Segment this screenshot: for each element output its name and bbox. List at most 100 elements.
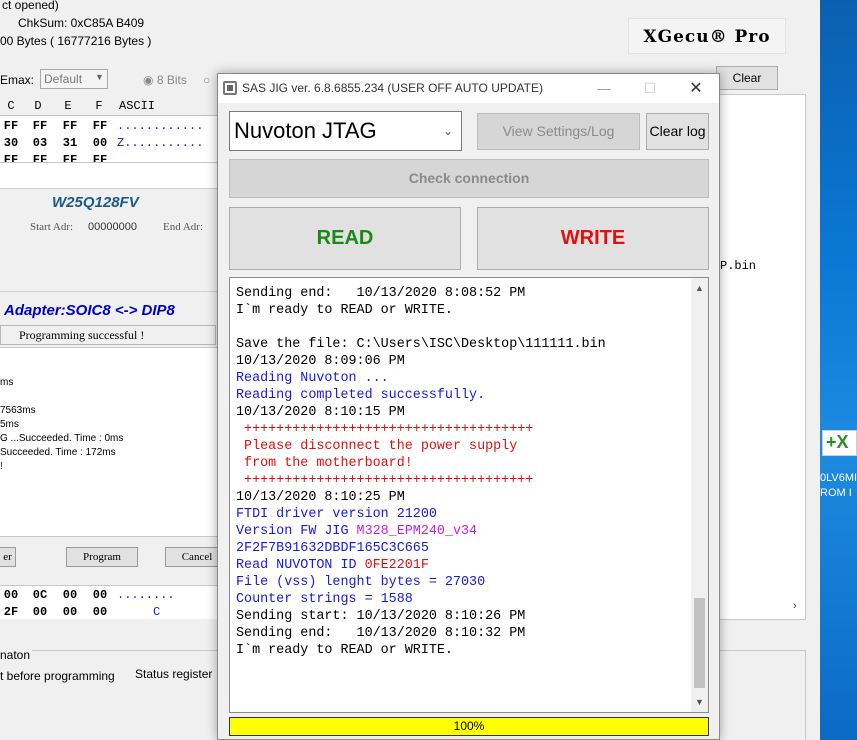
bg-hex-grid: FF FF FF FF ............ 30 03 31 00 Z..… — [0, 116, 230, 162]
bg-clear-button[interactable]: Clear — [716, 66, 778, 90]
log-segment: Reading completed successfully. — [236, 388, 486, 403]
hex-cell: 00 — [62, 605, 78, 618]
bg-status-box: Programming successful ! — [0, 325, 216, 345]
title-bar[interactable]: SAS JIG ver. 6.8.6855.234 (USER OFF AUTO… — [218, 74, 719, 103]
desktop-wallpaper — [820, 0, 857, 740]
log-segment: ++++++++++++++++++++++++++++++++++++ — [236, 473, 534, 488]
log-line: FTDI driver version 21200 — [236, 506, 686, 523]
hex-cell: FF — [92, 119, 108, 133]
scroll-right-icon[interactable]: › — [793, 600, 797, 612]
maximize-button[interactable]: ☐ — [627, 74, 673, 103]
bg-operation-log: ms 7563ms 5ms G ...Succeeded. Time : 0ms… — [0, 347, 218, 537]
hex-ascii: Z........... — [117, 136, 204, 150]
progress-bar: 100% — [229, 717, 709, 736]
bg-program-button[interactable]: Program — [66, 547, 138, 567]
app-icon — [223, 81, 237, 95]
hex-cell: 00 — [92, 588, 108, 602]
hex-cell: FF — [62, 153, 78, 162]
bg-hex-grid-2: 00 0C 00 00 ........ 2F 00 00 00 C — [0, 585, 230, 619]
bg-emax-select[interactable]: Default ▼ — [40, 69, 108, 89]
hex-ascii: C — [153, 605, 161, 618]
desktop-label-2[interactable]: ROM I — [820, 487, 852, 499]
hex-cell: FF — [62, 119, 78, 133]
sas-jig-dialog: SAS JIG ver. 6.8.6855.234 (USER OFF AUTO… — [217, 73, 720, 740]
log-segment: Read NUVOTON ID — [236, 558, 365, 573]
log-segment: 10/13/2020 8:10:25 PM — [236, 490, 405, 505]
bg-log-line: G ...Succeeded. Time : 0ms — [0, 433, 124, 444]
bg-radio-8bits[interactable]: ◉ 8 Bits — [143, 73, 187, 87]
log-line: ++++++++++++++++++++++++++++++++++++ — [236, 472, 686, 489]
bg-bytes: 00 Bytes ( 16777216 Bytes ) — [0, 34, 152, 48]
log-segment: Sending end: 10/13/2020 8:10:32 PM — [236, 626, 526, 641]
minimize-button[interactable]: — — [581, 74, 627, 103]
log-textbox[interactable]: Sending end: 10/13/2020 8:08:52 PM I`m re… — [229, 277, 709, 713]
log-line: ++++++++++++++++++++++++++++++++++++ — [236, 421, 686, 438]
hex-cell: 30 — [3, 136, 19, 150]
device-select[interactable]: Nuvoton JTAG ⌄ — [229, 111, 462, 151]
hex-cell: 03 — [32, 136, 48, 150]
log-line: Read NUVOTON ID 0FE2201F — [236, 557, 686, 574]
desktop-label-1[interactable]: 0LV6MI — [820, 472, 857, 484]
xgecu-logo: XGecu® Pro — [628, 18, 786, 54]
log-line: File (vss) lenght bytes = 27030 — [236, 574, 686, 591]
log-segment: 10/13/2020 8:09:06 PM — [236, 354, 405, 369]
log-line: Sending start: 10/13/2020 8:10:26 PM — [236, 608, 686, 625]
log-line: Version FW JIG M328_EPM240_v34 — [236, 523, 686, 540]
hex-cell: FF — [32, 119, 48, 133]
hex-cell: 00 — [92, 136, 108, 150]
log-line: Save the file: C:\Users\ISC\Desktop\1111… — [236, 336, 686, 353]
log-line: Reading completed successfully. — [236, 387, 686, 404]
bg-log-line: ! — [0, 461, 3, 472]
log-line: 10/13/2020 8:09:06 PM — [236, 353, 686, 370]
log-segment: Version FW JIG — [236, 524, 357, 539]
bg-partial-button[interactable]: er — [0, 547, 16, 567]
bg-checksum: ChkSum: 0xC85A B409 — [18, 16, 145, 30]
hex-cell: 0C — [32, 588, 48, 602]
clear-log-button[interactable]: Clear log — [646, 113, 709, 150]
close-button[interactable]: ✕ — [673, 74, 719, 103]
hex-cell: FF — [92, 153, 108, 162]
log-scrollbar[interactable]: ▲ ▼ — [691, 278, 708, 712]
log-segment: 10/13/2020 8:10:15 PM — [236, 405, 405, 420]
scroll-down-icon[interactable]: ▼ — [691, 694, 708, 710]
log-segment: I`m ready to READ or WRITE. — [236, 303, 453, 318]
scrollbar-thumb[interactable] — [694, 598, 705, 688]
log-line: Counter strings = 1588 — [236, 591, 686, 608]
log-segment: 0FE2201F — [364, 558, 429, 573]
hex-header-d: D — [34, 99, 42, 113]
chevron-down-icon: ⌄ — [442, 124, 453, 138]
bg-end-adr-label: End Adr: — [163, 221, 204, 233]
window-title: SAS JIG ver. 6.8.6855.234 (USER OFF AUTO… — [242, 81, 543, 95]
bg-bin-fragment: P.bin — [720, 259, 757, 273]
shortcut-x-icon: +X — [826, 432, 849, 452]
scroll-up-icon[interactable]: ▲ — [691, 280, 708, 296]
hex-cell: 00 — [62, 588, 78, 602]
log-line: Reading Nuvoton ... — [236, 370, 686, 387]
bg-radio-other[interactable]: ○ — [203, 73, 210, 87]
hex-ascii: ........ — [117, 588, 175, 602]
log-line: Sending end: 10/13/2020 8:08:52 PM — [236, 285, 686, 302]
log-segment: Please disconnect the power supply — [236, 439, 518, 454]
hex-cell: 00 — [32, 605, 48, 618]
bg-chip-name: W25Q128FV — [52, 194, 139, 211]
log-segment: ++++++++++++++++++++++++++++++++++++ — [236, 422, 534, 437]
log-segment: Save the file: C:\Users\ISC\Desktop\1111… — [236, 337, 606, 352]
bg-chip-panel: W25Q128FV Start Adr: 00000000 End Adr: — [0, 188, 230, 292]
log-segment: Sending end: 10/13/2020 8:08:52 PM — [236, 286, 526, 301]
bg-log-line: 5ms — [0, 419, 19, 430]
bg-bottom-text-2: Status register — [135, 667, 213, 681]
check-connection-button[interactable]: Check connection — [229, 159, 709, 198]
bg-emax-label: Emax: — [0, 73, 35, 87]
view-settings-log-button[interactable]: View Settings/Log — [477, 113, 640, 150]
write-button[interactable]: WRITE — [477, 207, 709, 270]
log-line: from the motherboard! — [236, 455, 686, 472]
bg-hex-separator — [0, 162, 230, 188]
log-segment: I`m ready to READ or WRITE. — [236, 643, 453, 658]
bg-start-adr-value: 00000000 — [88, 221, 137, 233]
bg-hex-header: C D E F ASCII — [0, 98, 230, 116]
hex-header-e: E — [64, 99, 72, 113]
progress-text: 100% — [453, 719, 485, 733]
bg-log-line: Succeeded. Time : 172ms — [0, 447, 116, 458]
read-button[interactable]: READ — [229, 207, 461, 270]
